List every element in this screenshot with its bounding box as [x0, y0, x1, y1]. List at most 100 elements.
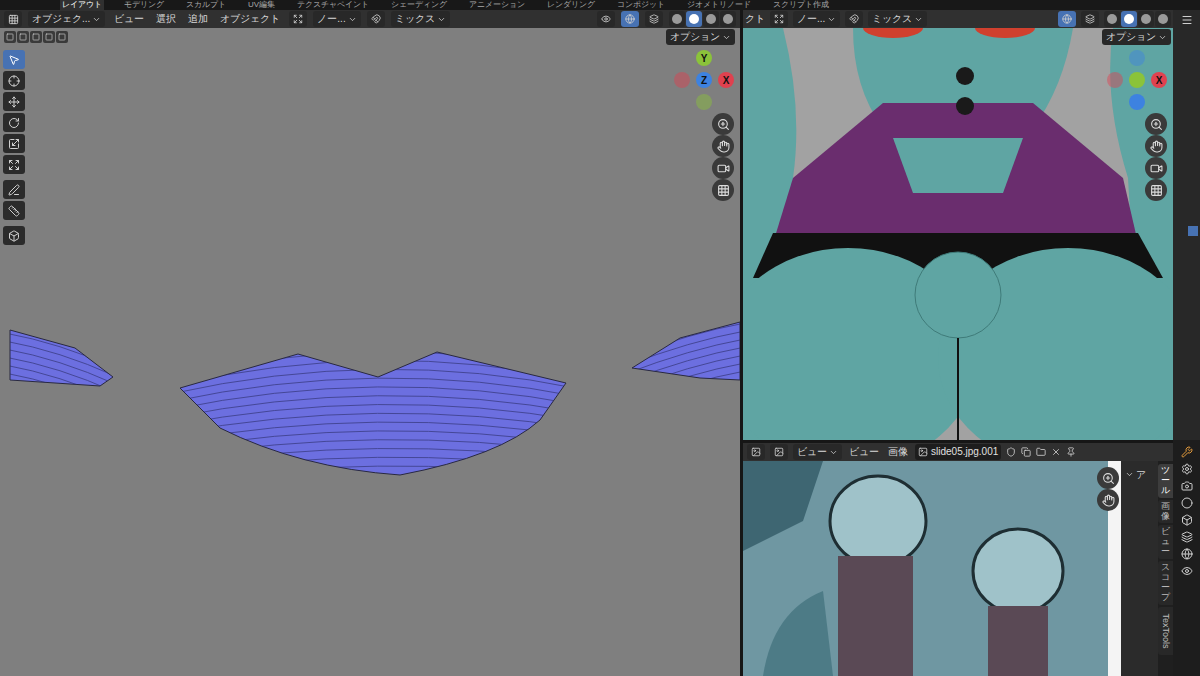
workspace-tab[interactable]: アニメーション — [467, 0, 527, 10]
selection-mode-button[interactable] — [43, 31, 55, 43]
image-canvas[interactable] — [743, 461, 1121, 676]
zoom-button[interactable] — [1145, 113, 1167, 135]
pan-button[interactable] — [1097, 489, 1119, 511]
pin-icon[interactable] — [1066, 447, 1076, 457]
orientation-dropdown[interactable]: ノー... — [313, 11, 360, 27]
header-menu[interactable]: ビュー — [111, 13, 147, 25]
sidebar-tab[interactable]: ツール — [1158, 464, 1173, 498]
sidebar-tab[interactable]: TexTools — [1158, 607, 1173, 655]
camera-button[interactable] — [1145, 157, 1167, 179]
shading-button[interactable] — [1121, 11, 1137, 27]
workspace-tab[interactable]: テクスチャペイント — [295, 0, 371, 10]
workspace-tab[interactable]: レイアウト — [60, 0, 104, 10]
gizmo-axis[interactable] — [696, 94, 712, 110]
tool-button[interactable] — [3, 50, 25, 69]
properties-tab-icon[interactable] — [1181, 463, 1193, 475]
camera-button[interactable] — [712, 157, 734, 179]
gizmo-axis[interactable]: Y — [696, 50, 712, 66]
creature-model[interactable] — [743, 28, 1173, 440]
workspace-tab[interactable]: レンダリング — [545, 0, 597, 10]
tool-button[interactable] — [3, 134, 25, 153]
options-dropdown[interactable]: オプション — [666, 29, 735, 45]
tool-button[interactable] — [3, 180, 25, 199]
editor-type-button[interactable] — [4, 11, 22, 27]
selection-mode-button[interactable] — [56, 31, 68, 43]
properties-tab-icon[interactable] — [1181, 497, 1193, 509]
selection-mode-button[interactable] — [17, 31, 29, 43]
mode-dropdown[interactable]: クト — [745, 13, 765, 25]
navigation-gizmo[interactable]: X — [1107, 50, 1167, 110]
gizmo-axis[interactable]: X — [1151, 72, 1167, 88]
blend-dropdown[interactable]: ミックス — [868, 11, 927, 27]
pivot-button[interactable] — [289, 11, 307, 27]
panel-header[interactable]: ア — [1125, 467, 1158, 482]
shading-button[interactable] — [1138, 11, 1154, 27]
overlay-button[interactable] — [645, 11, 663, 27]
gizmo-axis[interactable]: Z — [696, 72, 712, 88]
header-menu[interactable]: 選択 — [153, 13, 179, 25]
blend-dropdown[interactable]: ミックス — [391, 11, 450, 27]
image-name-field[interactable]: slide05.jpg.001 — [915, 444, 1001, 460]
header-menu[interactable]: オブジェクト — [217, 13, 283, 25]
selection-mode-button[interactable] — [4, 31, 16, 43]
options-dropdown[interactable]: オプション — [1102, 29, 1171, 45]
view-mode-dropdown[interactable]: ビュー — [793, 444, 842, 460]
gizmo-axis[interactable] — [1129, 94, 1145, 110]
gizmo-axis[interactable] — [1129, 72, 1145, 88]
workspace-tab[interactable]: モデリング — [122, 0, 166, 10]
shading-button[interactable] — [686, 11, 702, 27]
tool-button[interactable] — [3, 155, 25, 174]
tool-button[interactable] — [3, 71, 25, 90]
header-menu[interactable]: ビュー — [847, 446, 881, 458]
uv-islands[interactable] — [0, 28, 740, 676]
grid-button[interactable] — [1145, 179, 1167, 201]
pivot-button[interactable] — [770, 11, 788, 27]
workspace-tab[interactable]: ジオメトリノード — [685, 0, 753, 10]
tool-button[interactable] — [3, 113, 25, 132]
workspace-tab[interactable]: スクリプト作成 — [771, 0, 831, 10]
mode-dropdown[interactable]: オブジェク... — [28, 11, 105, 27]
selection-mode-button[interactable] — [30, 31, 42, 43]
gizmo-axis[interactable] — [1107, 72, 1123, 88]
gizmo-axis[interactable] — [674, 72, 690, 88]
properties-tab-icon[interactable] — [1181, 548, 1193, 560]
tool-button[interactable] — [3, 226, 25, 245]
gizmo-button[interactable] — [1058, 11, 1076, 27]
zoom-button[interactable] — [712, 113, 734, 135]
snap-button[interactable] — [367, 11, 385, 27]
grid-button[interactable] — [712, 179, 734, 201]
visibility-button[interactable] — [597, 11, 615, 27]
uv-canvas[interactable]: オプション YXZ — [0, 28, 740, 676]
properties-tab-icon[interactable] — [1181, 531, 1193, 543]
shading-button[interactable] — [720, 11, 736, 27]
properties-tab-icon[interactable] — [1181, 446, 1193, 458]
pan-button[interactable] — [1145, 135, 1167, 157]
properties-tab-icon[interactable] — [1181, 480, 1193, 492]
gizmo-axis[interactable] — [1129, 50, 1145, 66]
header-menu[interactable]: 追加 — [185, 13, 211, 25]
editor-type-button[interactable] — [747, 444, 765, 460]
overlay-button[interactable] — [1081, 11, 1099, 27]
duplicate-icon[interactable] — [1021, 447, 1031, 457]
header-menu[interactable]: 画像 — [886, 446, 910, 458]
fake-user-icon[interactable] — [1006, 447, 1016, 457]
open-icon[interactable] — [1036, 447, 1046, 457]
tool-button[interactable] — [3, 92, 25, 111]
shading-button[interactable] — [1104, 11, 1120, 27]
gizmo-button[interactable] — [621, 11, 639, 27]
sidebar-tab[interactable]: スコープ — [1158, 561, 1173, 605]
shading-button[interactable] — [1155, 11, 1171, 27]
navigation-gizmo[interactable]: YXZ — [674, 50, 734, 110]
workspace-tab[interactable]: UV編集 — [246, 0, 277, 10]
shading-button[interactable] — [703, 11, 719, 27]
snap-button[interactable] — [845, 11, 863, 27]
properties-tab-icon[interactable] — [1181, 514, 1193, 526]
outliner-icon[interactable] — [1181, 14, 1193, 26]
pan-button[interactable] — [712, 135, 734, 157]
tool-button[interactable] — [3, 201, 25, 220]
viewport-canvas[interactable]: オプション X — [743, 28, 1173, 440]
view-mode-icon-button[interactable] — [770, 444, 788, 460]
workspace-tab[interactable]: コンポジット — [615, 0, 667, 10]
properties-tab-icon[interactable] — [1181, 565, 1193, 577]
sidebar-tab[interactable]: 画像 — [1158, 500, 1173, 524]
